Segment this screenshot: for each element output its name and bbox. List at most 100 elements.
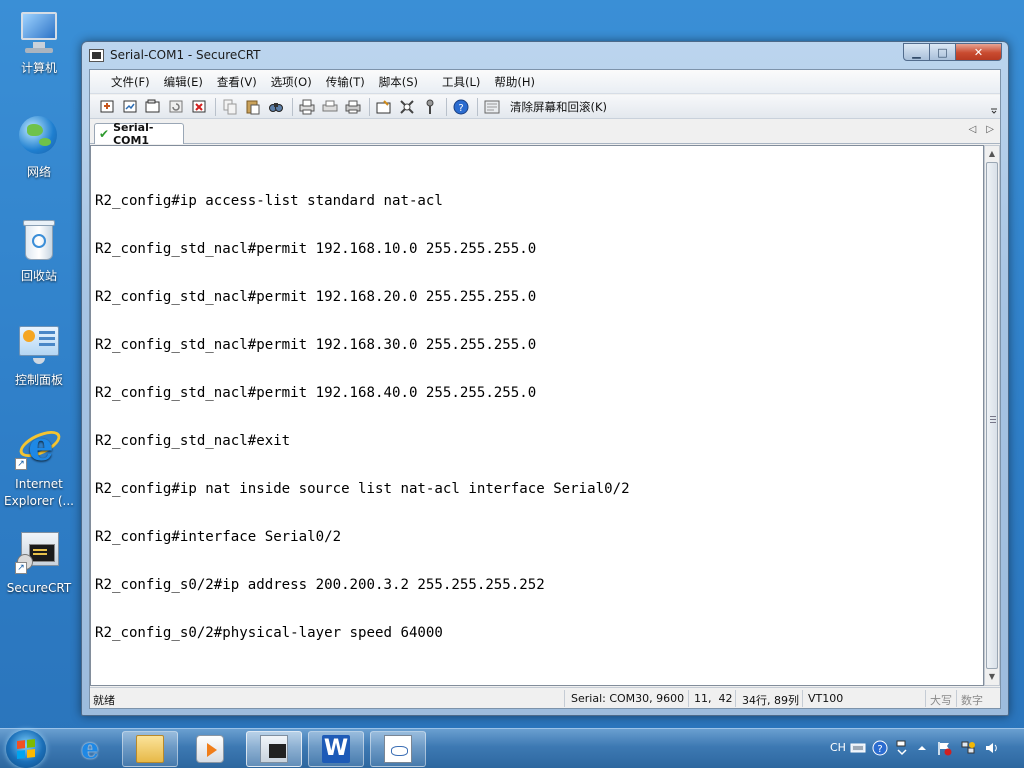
- clear-screen-button[interactable]: 清除屏幕和回滚(K): [510, 99, 607, 115]
- close-button[interactable]: ✕: [956, 43, 1002, 61]
- network-status-icon[interactable]: [960, 740, 976, 756]
- toolbar-separator: [369, 97, 370, 116]
- scrollbar-thumb[interactable]: [986, 162, 998, 669]
- system-tray: CH ?: [824, 729, 1024, 768]
- status-cursor-position: 11, 42: [694, 692, 733, 705]
- help-icon[interactable]: ?: [872, 740, 888, 756]
- desktop-icon-label: 回收站: [20, 269, 57, 283]
- close-icon: ✕: [973, 45, 984, 59]
- connect-tab-icon[interactable]: [144, 98, 162, 116]
- desktop-icon-securecrt[interactable]: ↗ SecureCRT: [2, 528, 76, 597]
- reconnect-icon[interactable]: [167, 98, 185, 116]
- securecrt-window: Serial-COM1 - SecureCRT ▁ □ ✕ 文件(F) 编辑(E…: [81, 41, 1009, 716]
- terminal-line: R2_config#interface Serial0/2: [95, 529, 342, 545]
- svg-text:?: ?: [458, 103, 463, 114]
- keyboard-icon[interactable]: [850, 740, 866, 756]
- menu-edit[interactable]: 编辑(E): [157, 71, 210, 93]
- menu-tools[interactable]: 工具(L): [435, 71, 487, 93]
- status-emulation: VT100: [808, 692, 844, 705]
- maximize-button[interactable]: □: [930, 43, 956, 61]
- explorer-folder-icon: [136, 735, 164, 763]
- session-options-icon[interactable]: [375, 98, 393, 116]
- internet-explorer-icon: e ↗: [15, 424, 65, 472]
- terminal-line: R2_config_s0/2#ip address 200.200.3.2 25…: [95, 577, 545, 593]
- scroll-up-icon[interactable]: ▲: [985, 146, 999, 162]
- shortcut-arrow-icon: ↗: [15, 562, 27, 574]
- tab-label: Serial-COM1: [113, 121, 154, 147]
- taskbar: e W CH ?: [0, 728, 1024, 768]
- status-divider: [735, 690, 736, 707]
- recycle-bin-icon: [15, 216, 63, 264]
- desktop-icon-control-panel[interactable]: 控制面板: [2, 320, 76, 389]
- toolbar-separator: [215, 97, 216, 116]
- taskbar-internet-explorer[interactable]: e: [62, 731, 118, 767]
- terminal-line: R2_config_std_nacl#exit: [95, 433, 291, 449]
- maximize-icon: □: [937, 45, 948, 59]
- print-selection-icon[interactable]: [321, 98, 339, 116]
- internet-explorer-icon: e: [81, 732, 99, 765]
- clear-screen-icon[interactable]: [483, 98, 501, 116]
- help-icon[interactable]: ?: [452, 98, 470, 116]
- desktop-icon-internet-explorer[interactable]: e ↗ Internet Explorer (...: [2, 424, 76, 510]
- taskbar-securecrt[interactable]: [246, 731, 302, 767]
- menu-options[interactable]: 选项(O): [264, 71, 319, 93]
- taskbar-windows-explorer[interactable]: [122, 731, 178, 767]
- window-titlebar[interactable]: Serial-COM1 - SecureCRT ▁ □ ✕: [82, 42, 1008, 68]
- menu-script[interactable]: 脚本(S): [372, 71, 425, 93]
- terminal-line: R2_config_std_nacl#permit 192.168.30.0 2…: [95, 337, 537, 353]
- status-divider: [802, 690, 803, 707]
- quick-connect-icon[interactable]: [121, 98, 139, 116]
- global-options-icon[interactable]: [398, 98, 416, 116]
- desktop-icon-recycle-bin[interactable]: 回收站: [2, 216, 76, 285]
- find-icon[interactable]: [267, 98, 285, 116]
- shortcut-arrow-icon: ↗: [15, 458, 27, 470]
- print-setup-icon[interactable]: [298, 98, 316, 116]
- document-icon: [384, 735, 412, 763]
- show-hidden-icons-icon[interactable]: [914, 740, 930, 756]
- menu-file[interactable]: 文件(F): [104, 71, 157, 93]
- tab-scroll-right-icon[interactable]: ▷: [986, 124, 994, 135]
- minimize-icon: ▁: [912, 45, 921, 59]
- menu-view[interactable]: 查看(V): [210, 71, 264, 93]
- toolbar-separator: [477, 97, 478, 116]
- terminal-output: R2_config#ip access-list standard nat-ac…: [95, 161, 630, 673]
- windows-logo-icon: [17, 739, 35, 759]
- desktop-icon-label: Internet Explorer (...: [4, 477, 74, 508]
- connect-icon[interactable]: [98, 98, 116, 116]
- status-divider: [688, 690, 689, 707]
- taskbar-document[interactable]: [370, 731, 426, 767]
- terminal-line: R2_config_std_nacl#permit 192.168.10.0 2…: [95, 241, 537, 257]
- svg-text:?: ?: [877, 744, 882, 755]
- network-icon: [15, 112, 63, 160]
- copy-icon[interactable]: [221, 98, 239, 116]
- desktop-icon-label: 计算机: [20, 61, 57, 75]
- toolbar-overflow-icon[interactable]: [990, 99, 998, 115]
- taskbar-media-player[interactable]: [182, 731, 238, 767]
- start-button[interactable]: [6, 730, 46, 768]
- menu-help[interactable]: 帮助(H): [487, 71, 542, 93]
- volume-icon[interactable]: [984, 740, 1000, 756]
- minimize-button[interactable]: ▁: [903, 43, 930, 61]
- terminal-area[interactable]: R2_config#ip access-list standard nat-ac…: [90, 145, 984, 686]
- terminal-line: R2_config_std_nacl#permit 192.168.40.0 2…: [95, 385, 537, 401]
- print-icon[interactable]: [344, 98, 362, 116]
- ime-options-icon[interactable]: [894, 740, 910, 756]
- tab-scroll-left-icon[interactable]: ◁: [969, 124, 977, 135]
- menu-transfer[interactable]: 传输(T): [319, 71, 372, 93]
- terminal-scrollbar[interactable]: ▲ ▼: [984, 145, 1000, 686]
- wps-writer-icon: W: [322, 735, 350, 763]
- taskbar-wps-writer[interactable]: W: [308, 731, 364, 767]
- ime-indicator[interactable]: CH: [830, 741, 846, 754]
- paste-icon[interactable]: [244, 98, 262, 116]
- securecrt-app-icon[interactable]: [89, 49, 104, 62]
- desktop-icon-computer[interactable]: 计算机: [2, 8, 76, 77]
- action-center-flag-icon[interactable]: [936, 740, 952, 756]
- status-divider: [956, 690, 957, 707]
- disconnect-icon[interactable]: [190, 98, 208, 116]
- keymap-icon[interactable]: [421, 98, 439, 116]
- scroll-down-icon[interactable]: ▼: [985, 669, 999, 685]
- window-title: Serial-COM1 - SecureCRT: [110, 48, 261, 62]
- desktop-icon-network[interactable]: 网络: [2, 112, 76, 181]
- tab-serial-com1[interactable]: ✔ Serial-COM1: [94, 121, 184, 147]
- terminal-line: R2_config#ip access-list standard nat-ac…: [95, 193, 443, 209]
